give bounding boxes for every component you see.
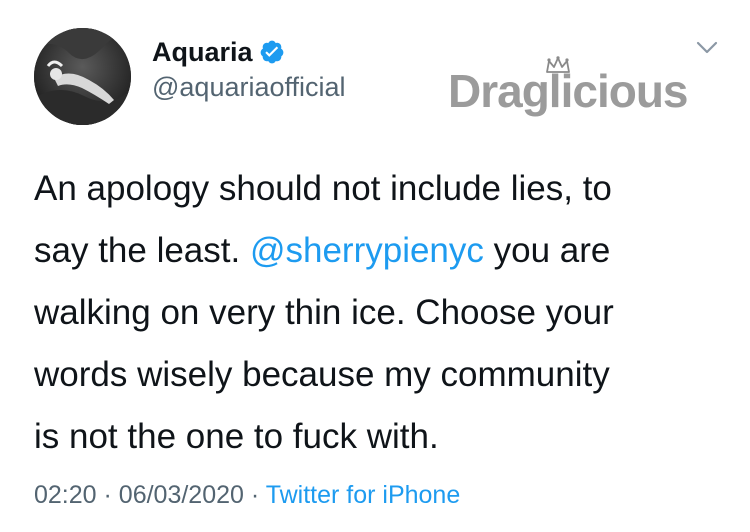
mention-link[interactable]: @sherrypienyc [250, 231, 484, 270]
watermark-text: Draglicious [448, 65, 689, 117]
tweet-line: words wisely because my community [34, 355, 610, 394]
author-handle[interactable]: @aquariaofficial [152, 72, 346, 103]
watermark: Draglicious [448, 56, 723, 136]
tweet-text-segment: say the least. [34, 231, 250, 270]
tweet-text: An apology should not include lies, to s… [34, 158, 724, 468]
display-name[interactable]: Aquaria [152, 37, 253, 68]
author-name-row: Aquaria [152, 34, 285, 70]
tweet-line: walking on very thin ice. Choose your [34, 293, 614, 332]
verified-badge-icon [259, 39, 285, 65]
profile-photo [34, 28, 131, 125]
tweet-time[interactable]: 02:20 [34, 481, 97, 509]
separator: · [250, 481, 260, 509]
tweet-text-segment: you are [483, 231, 611, 270]
separator: · [103, 481, 112, 509]
source-link[interactable]: Twitter for iPhone [266, 481, 461, 509]
tweet-line: say the least. @sherrypienyc you are [34, 220, 724, 282]
tweet-line: An apology should not include lies, to [34, 169, 612, 208]
tweet-metadata: 02:20 · 06/03/2020 · Twitter for iPhone [34, 481, 460, 510]
avatar[interactable] [34, 28, 131, 125]
tweet-line: is not the one to fuck with. [34, 417, 439, 456]
tweet-date[interactable]: 06/03/2020 [119, 481, 244, 509]
